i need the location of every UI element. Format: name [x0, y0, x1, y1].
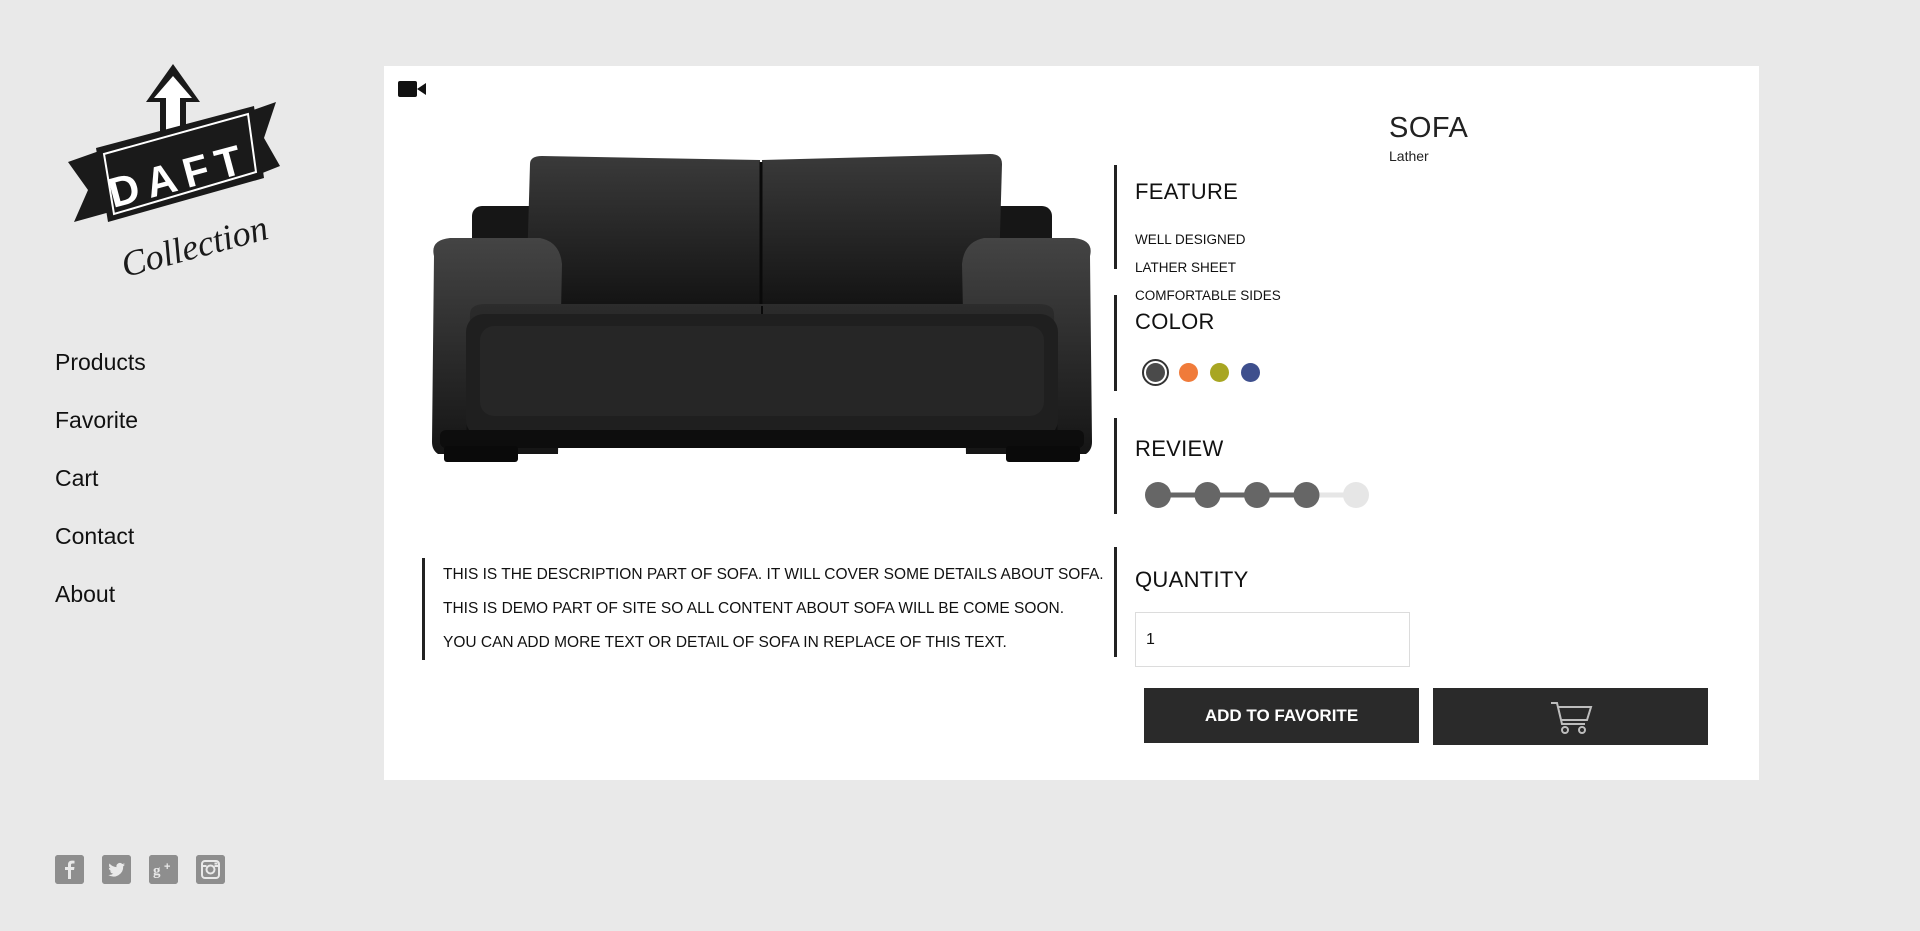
- instagram-icon[interactable]: [196, 855, 225, 884]
- nav-item-contact[interactable]: Contact: [55, 519, 146, 577]
- main-nav: Products Favorite Cart Contact About: [55, 345, 146, 635]
- feature-heading: FEATURE: [1135, 179, 1239, 204]
- daft-collection-logo[interactable]: DAFT Collection: [66, 62, 281, 277]
- product-image-sofa[interactable]: [430, 154, 1094, 464]
- color-swatch-blue[interactable]: [1241, 363, 1260, 382]
- rating-dot[interactable]: [1244, 482, 1270, 508]
- video-camera-icon[interactable]: [398, 80, 426, 98]
- svg-text:g: g: [153, 863, 161, 879]
- description-line: THIS IS DEMO PART OF SITE SO ALL CONTENT…: [443, 600, 1064, 617]
- add-to-favorite-button[interactable]: ADD TO FAVORITE: [1144, 688, 1419, 743]
- quantity-heading: QUANTITY: [1135, 567, 1249, 592]
- product-subtitle: Lather: [1389, 148, 1429, 164]
- quantity-input[interactable]: [1135, 612, 1410, 667]
- nav-item-products[interactable]: Products: [55, 345, 146, 403]
- rating-dot[interactable]: [1293, 482, 1320, 508]
- logo-text-collection: Collection: [117, 207, 272, 277]
- product-card: SOFA Lather FEATURE WELL DESIGNED LATHER…: [384, 66, 1759, 780]
- feature-item: LATHER SHEET: [1135, 260, 1237, 275]
- color-swatch-orange[interactable]: [1179, 363, 1198, 382]
- nav-item-cart[interactable]: Cart: [55, 461, 146, 519]
- nav-item-favorite[interactable]: Favorite: [55, 403, 146, 461]
- social-links: g +: [55, 855, 225, 884]
- nav-item-about[interactable]: About: [55, 577, 146, 635]
- color-swatches: [1142, 359, 1272, 386]
- description-line: YOU CAN ADD MORE TEXT OR DETAIL OF SOFA …: [443, 634, 1007, 651]
- google-plus-icon[interactable]: g +: [149, 855, 178, 884]
- product-title-block: SOFA Lather: [1389, 110, 1468, 164]
- product-title: SOFA: [1389, 112, 1469, 144]
- color-heading: COLOR: [1135, 309, 1215, 334]
- feature-item: WELL DESIGNED: [1135, 232, 1246, 247]
- product-description: THIS IS THE DESCRIPTION PART OF SOFA. IT…: [422, 558, 1104, 660]
- twitter-icon[interactable]: [102, 855, 131, 884]
- review-heading: REVIEW: [1135, 436, 1224, 461]
- svg-text:+: +: [164, 861, 170, 873]
- cart-icon: [1550, 701, 1592, 734]
- facebook-icon[interactable]: [55, 855, 84, 884]
- add-to-cart-button[interactable]: [1433, 688, 1708, 745]
- rating-dot[interactable]: [1145, 482, 1171, 508]
- rating-slider[interactable]: [1144, 481, 1374, 509]
- color-swatch-olive[interactable]: [1210, 363, 1229, 382]
- color-swatch-dark-gray[interactable]: [1142, 359, 1169, 386]
- rating-dot[interactable]: [1194, 482, 1221, 508]
- description-line: THIS IS THE DESCRIPTION PART OF SOFA. IT…: [443, 566, 1104, 583]
- rating-dot[interactable]: [1343, 482, 1369, 508]
